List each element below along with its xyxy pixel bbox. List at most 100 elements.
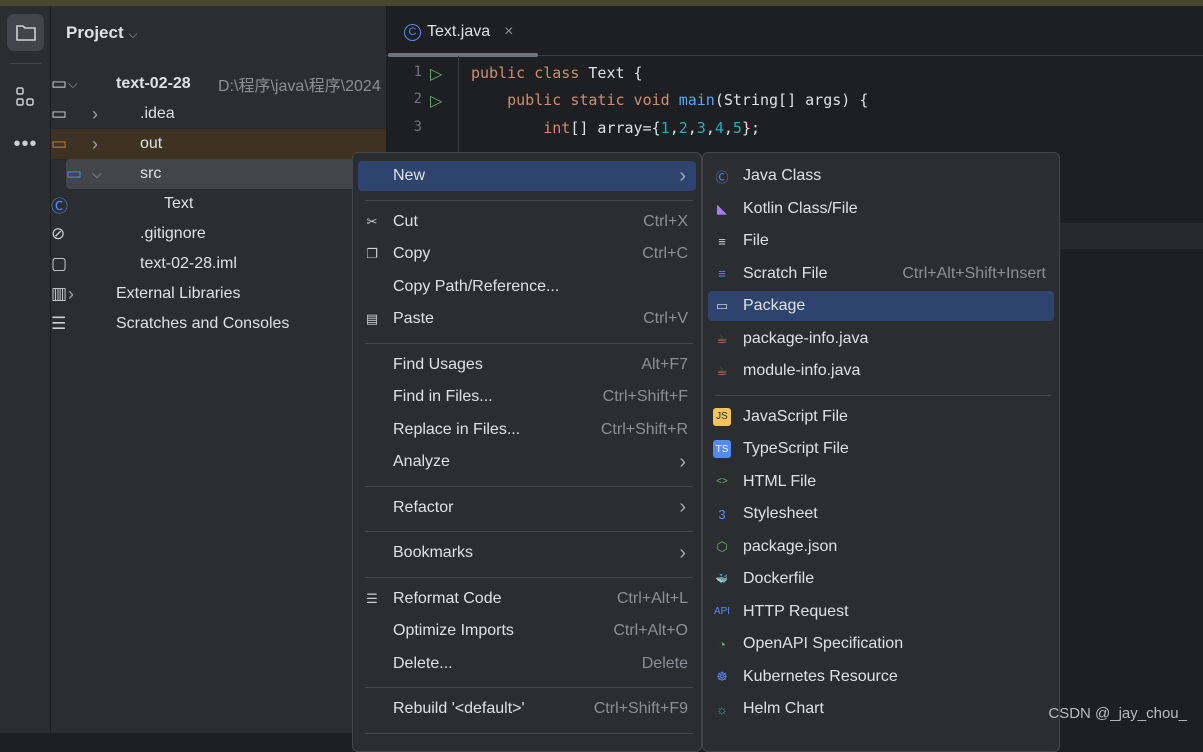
new-item-module-info-java[interactable]: ☕ module-info.java [708, 356, 1054, 386]
close-icon[interactable]: × [504, 23, 513, 41]
new-item-package[interactable]: ▭ Package [708, 291, 1054, 321]
menu-item-label: Find Usages [393, 355, 483, 373]
run-icon[interactable]: ▷ [430, 91, 442, 111]
tree-item-label: Scratches and Consoles [116, 315, 290, 332]
menu-item-shortcut: Ctrl+Alt+O [613, 622, 688, 639]
module-folder-icon: ▭ [51, 74, 68, 93]
tree-item-external-libraries[interactable]: › ▥ External Libraries [51, 279, 386, 309]
menu-separator [365, 485, 693, 487]
new-item-kubernetes-resource[interactable]: ☸ Kubernetes Resource [708, 662, 1054, 692]
menu-item-replace-in-files[interactable]: Replace in Files... Ctrl+Shift+R [358, 415, 696, 445]
tree-item-label: src [140, 165, 162, 182]
menu-item-find-in-files[interactable]: Find in Files... Ctrl+Shift+F [358, 382, 696, 412]
divider [10, 63, 41, 64]
menu-item-bookmarks[interactable]: Bookmarks › [358, 538, 696, 568]
tree-item-src[interactable]: ⌵ ▭ src [66, 159, 386, 189]
chevron-down-icon: ⌵ [128, 27, 138, 41]
menu-separator [365, 199, 693, 201]
menu-item-rebuild-default[interactable]: Rebuild '<default>' Ctrl+Shift+F9 [358, 694, 696, 724]
tree-item-text-02-28-iml[interactable]: ▢ text-02-28.iml [51, 249, 386, 279]
new-item-javascript-file[interactable]: JS JavaScript File [708, 402, 1054, 432]
tab-scrollbar[interactable] [388, 53, 538, 57]
menu-item-label: Kubernetes Resource [743, 667, 898, 685]
new-item-scratch-file[interactable]: ≡ Scratch File Ctrl+Alt+Shift+Insert [708, 259, 1054, 289]
menu-item-label: File [743, 232, 769, 249]
menu-separator [365, 687, 693, 688]
new-item-helm-chart[interactable]: ☼ Helm Chart [708, 694, 1054, 724]
chevron-right-icon: › [679, 164, 686, 187]
chevron-right-icon: › [679, 450, 686, 473]
tree-item-scratches-and-consoles[interactable]: ☰ Scratches and Consoles [51, 309, 386, 339]
menu-item-label: Analyze [393, 453, 450, 470]
new-item-dockerfile[interactable]: 🐳 Dockerfile [708, 564, 1054, 594]
menu-item-refactor[interactable]: Refactor › [358, 493, 696, 523]
new-item-package-json[interactable]: ⬡ package.json [708, 532, 1054, 562]
java-file-icon: ☕ [716, 330, 728, 346]
more-icon[interactable]: ••• [7, 126, 44, 163]
menu-item-new[interactable]: New › [358, 161, 696, 191]
tree-item-text-02-28[interactable]: ⌵ ▭ text-02-28 D:\程序\java\程序\2024 [51, 69, 386, 99]
tree-item--idea[interactable]: › ▭ .idea [51, 99, 386, 129]
menu-item-optimize-imports[interactable]: Optimize Imports Ctrl+Alt+O [358, 616, 696, 646]
project-folder-icon[interactable] [7, 14, 44, 51]
new-item-openapi-specification[interactable]: ◔ OpenAPI Specification [708, 629, 1054, 659]
menu-item-shortcut: Ctrl+Alt+L [616, 589, 688, 607]
menu-item-label: Refactor [393, 498, 454, 516]
java-file-icon: ☕ [716, 363, 728, 378]
menu-item-label: package.json [743, 537, 838, 555]
chevron-right-icon[interactable]: › [92, 104, 104, 125]
editor-tab-text-java[interactable]: C Text.java × [404, 23, 513, 41]
menu-item-copy-path-reference[interactable]: Copy Path/Reference... [358, 272, 696, 302]
menu-item-shortcut: Ctrl+X [643, 212, 688, 230]
new-item-kotlin-class-file[interactable]: ◣ Kotlin Class/File [708, 194, 1054, 224]
new-item-stylesheet[interactable]: 3 Stylesheet [708, 499, 1054, 529]
menu-item-reformat-code[interactable]: ☰ Reformat Code Ctrl+Alt+L [358, 584, 696, 614]
code-line-2: public static void main(String[] args) { [507, 91, 869, 109]
tree-item--gitignore[interactable]: ⊘ .gitignore [51, 219, 386, 249]
menu-item-cut[interactable]: ✂ Cut Ctrl+X [358, 207, 696, 237]
menu-item-copy[interactable]: ❐ Copy Ctrl+C [358, 239, 696, 269]
tree-item-text[interactable]: Ⓒ Text [51, 189, 386, 219]
nodejs-icon: ⬡ [716, 538, 728, 554]
run-icon[interactable]: ▷ [430, 64, 442, 84]
menu-item-find-usages[interactable]: Find Usages Alt+F7 [358, 350, 696, 380]
menu-separator [365, 342, 693, 344]
menu-item-analyze[interactable]: Analyze › [358, 447, 696, 477]
scratches-icon: ☰ [51, 314, 67, 333]
kotlin-icon: ◣ [717, 200, 727, 216]
tree-item-out[interactable]: › ▭ out [51, 129, 386, 159]
code-line-3: int[] array={1,2,3,4,5}; [543, 119, 760, 137]
menu-item-label: Find in Files... [393, 388, 493, 405]
chevron-right-icon[interactable]: › [92, 134, 104, 155]
scratch-file-icon: ≡ [718, 266, 726, 281]
chevron-down-icon[interactable]: ⌵ [92, 166, 104, 182]
menu-item-label: Java Class [743, 167, 822, 184]
api-icon: API [713, 606, 731, 617]
chevron-right-icon[interactable]: › [68, 284, 80, 305]
new-item-java-class[interactable]: Ⓒ Java Class [708, 161, 1054, 191]
kubernetes-icon: ☸ [716, 668, 728, 684]
menu-item-paste[interactable]: ▤ Paste Ctrl+V [358, 304, 696, 334]
tree-item-label: text-02-28 [116, 75, 191, 92]
project-panel-title[interactable]: Project ⌵ [66, 23, 137, 43]
chevron-down-icon[interactable]: ⌵ [68, 76, 80, 92]
new-submenu: Ⓒ Java Class ◣ Kotlin Class/File ≡ File ≡ Scrat… [702, 152, 1060, 752]
menu-item-label: OpenAPI Specification [743, 635, 904, 652]
paste-icon: ▤ [365, 311, 379, 326]
structure-icon[interactable] [7, 78, 44, 115]
new-item-file[interactable]: ≡ File [708, 226, 1054, 256]
menu-item-shortcut: Ctrl+Alt+Shift+Insert [902, 264, 1046, 282]
new-item-typescript-file[interactable]: TS TypeScript File [708, 434, 1054, 464]
new-item-html-file[interactable]: <> HTML File [708, 467, 1054, 497]
tree-item-label: out [140, 135, 163, 152]
new-item-package-info-java[interactable]: ☕ package-info.java [708, 324, 1054, 354]
menu-item-label: package-info.java [743, 329, 869, 347]
editor-tab-bar: C Text.java × [386, 6, 1203, 57]
source-folder-icon: ▭ [66, 164, 83, 183]
chevron-right-icon: › [679, 496, 686, 518]
new-item-http-request[interactable]: API HTTP Request [708, 597, 1054, 627]
folder-icon: ▭ [51, 104, 68, 123]
menu-item-delete[interactable]: Delete... Delete [358, 649, 696, 679]
code-line-1: public class Text { [471, 64, 643, 82]
cut-icon: ✂ [366, 213, 378, 229]
